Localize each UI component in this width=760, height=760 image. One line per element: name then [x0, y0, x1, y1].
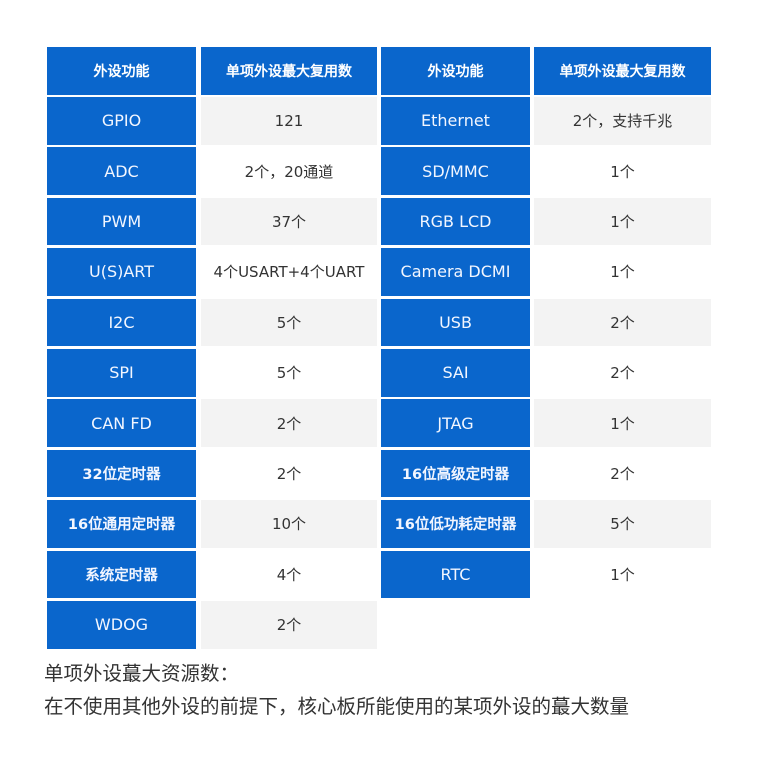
- count-cell: 5个: [201, 349, 377, 397]
- note-body: 在不使用其他外设的前提下，核心板所能使用的某项外设的蕞大数量: [44, 695, 630, 718]
- feature-cell: 系统定时器: [47, 550, 196, 599]
- count-cell: 1个: [534, 197, 711, 246]
- feature-cell: USB: [381, 298, 530, 347]
- feature-cell: RGB LCD: [381, 197, 530, 246]
- count-cell: 2个，支持千兆: [534, 97, 711, 145]
- column-header: 单项外设蕞大复用数: [201, 47, 377, 95]
- count-cell: 121: [201, 97, 377, 145]
- count-cell: 2个，20通道: [201, 147, 377, 195]
- count-cell: 1个: [534, 399, 711, 447]
- feature-cell: PWM: [47, 197, 196, 246]
- count-cell: 2个: [201, 601, 377, 649]
- column-header: 外设功能: [47, 47, 196, 95]
- count-cell: 2个: [534, 298, 711, 347]
- count-cell: 10个: [201, 500, 377, 548]
- feature-cell: CAN FD: [47, 399, 196, 447]
- count-cell: 4个: [201, 550, 377, 599]
- count-cell: 2个: [534, 349, 711, 397]
- feature-cell: Camera DCMI: [381, 248, 530, 296]
- count-cell: 1个: [534, 147, 711, 195]
- count-cell: 1个: [534, 248, 711, 296]
- column-header: 外设功能: [381, 47, 530, 95]
- feature-cell: 32位定时器: [47, 449, 196, 498]
- column-header: 单项外设蕞大复用数: [534, 47, 711, 95]
- feature-cell: ADC: [47, 147, 196, 195]
- feature-cell: SD/MMC: [381, 147, 530, 195]
- note-title: 单项外设蕞大资源数：: [44, 662, 240, 685]
- feature-cell: GPIO: [47, 97, 196, 145]
- count-cell: 37个: [201, 197, 377, 246]
- count-cell: 1个: [534, 550, 711, 599]
- count-cell: 2个: [201, 399, 377, 447]
- feature-cell: 16位通用定时器: [47, 500, 196, 548]
- feature-cell: SAI: [381, 349, 530, 397]
- feature-cell: 16位低功耗定时器: [381, 500, 530, 548]
- count-cell: 2个: [534, 449, 711, 498]
- count-cell: 5个: [534, 500, 711, 548]
- feature-cell: JTAG: [381, 399, 530, 447]
- feature-cell: 16位高级定时器: [381, 449, 530, 498]
- count-cell: 2个: [201, 449, 377, 498]
- feature-cell: I2C: [47, 298, 196, 347]
- feature-cell: WDOG: [47, 601, 196, 649]
- feature-cell: SPI: [47, 349, 196, 397]
- feature-cell: RTC: [381, 550, 530, 599]
- feature-cell: Ethernet: [381, 97, 530, 145]
- feature-cell: U(S)ART: [47, 248, 196, 296]
- count-cell: 4个USART+4个UART: [201, 248, 377, 296]
- count-cell: 5个: [201, 298, 377, 347]
